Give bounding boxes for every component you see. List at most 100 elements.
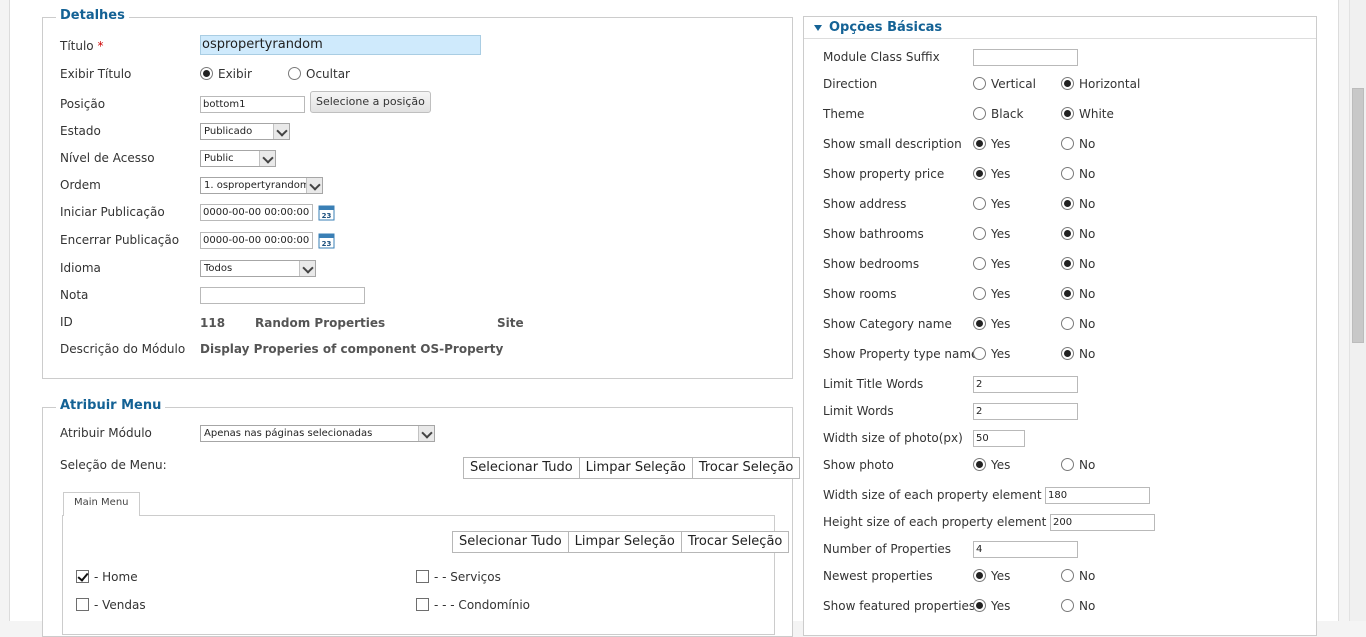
category-name-no[interactable]: No — [1061, 317, 1095, 331]
no-radio[interactable] — [1061, 197, 1074, 210]
no-radio[interactable] — [1061, 257, 1074, 270]
menu-item-home[interactable]: - Home — [76, 570, 138, 584]
property-type-yes[interactable]: Yes — [973, 347, 1010, 361]
atribuir-modulo-select[interactable]: Apenas nas páginas selecionadas — [200, 425, 435, 442]
yes-radio[interactable] — [973, 227, 986, 240]
menu-item-vendas[interactable]: - Vendas — [76, 598, 146, 612]
exibir-radio[interactable] — [200, 67, 213, 80]
trocar-selecao-button[interactable]: Trocar Seleção — [682, 532, 789, 552]
tab-main-menu[interactable]: Main Menu — [63, 492, 140, 516]
selecionar-tudo-button[interactable]: Selecionar Tudo — [453, 532, 569, 552]
bathrooms-yes[interactable]: Yes — [973, 227, 1010, 241]
small-description-no[interactable]: No — [1061, 137, 1095, 151]
show-photo-yes[interactable]: Yes — [973, 458, 1010, 472]
limpar-selecao-button[interactable]: Limpar Seleção — [569, 532, 682, 552]
yes-radio[interactable] — [973, 458, 986, 471]
yes-radio[interactable] — [973, 317, 986, 330]
vertical-scrollbar[interactable] — [1349, 0, 1366, 621]
yes-radio[interactable] — [973, 569, 986, 582]
exibir-radio-option[interactable]: Exibir — [200, 67, 252, 81]
property-price-yes[interactable]: Yes — [973, 167, 1010, 181]
home-checkbox[interactable] — [76, 570, 89, 583]
menu-item-label: - - - Condomínio — [434, 598, 531, 612]
opcoes-header[interactable]: Opções Básicas — [804, 17, 1316, 39]
selecione-posicao-button[interactable]: Selecione a posição — [310, 91, 431, 113]
no-radio[interactable] — [1061, 599, 1074, 612]
menu-item-condominio[interactable]: - - - Condomínio — [416, 598, 530, 612]
vertical-radio[interactable] — [973, 77, 986, 90]
newest-yes[interactable]: Yes — [973, 569, 1010, 583]
limit-title-words-input[interactable]: 2 — [973, 376, 1078, 393]
scrollbar-thumb[interactable] — [1352, 88, 1364, 343]
condominio-checkbox[interactable] — [416, 598, 429, 611]
featured-yes[interactable]: Yes — [973, 599, 1010, 613]
property-type-no[interactable]: No — [1061, 347, 1095, 361]
idioma-label: Idioma — [60, 261, 101, 275]
limit-words-input[interactable]: 2 — [973, 403, 1078, 420]
module-class-suffix-input[interactable] — [973, 49, 1078, 66]
direction-vertical-option[interactable]: Vertical — [973, 77, 1036, 91]
no-radio[interactable] — [1061, 137, 1074, 150]
rooms-no[interactable]: No — [1061, 287, 1095, 301]
menu-item-servicos[interactable]: - - Serviços — [416, 570, 501, 584]
exibir-label: Exibir — [218, 67, 252, 81]
yes-radio[interactable] — [973, 347, 986, 360]
address-no[interactable]: No — [1061, 197, 1095, 211]
number-properties-input[interactable]: 4 — [973, 541, 1078, 558]
width-photo-input[interactable]: 50 — [973, 430, 1025, 447]
no-radio[interactable] — [1061, 458, 1074, 471]
yes-radio[interactable] — [973, 137, 986, 150]
yes-radio[interactable] — [973, 257, 986, 270]
selecionar-tudo-button[interactable]: Selecionar Tudo — [464, 458, 580, 478]
iniciar-input[interactable]: 0000-00-00 00:00:00 — [200, 204, 313, 221]
direction-horizontal-option[interactable]: Horizontal — [1061, 77, 1140, 91]
white-radio[interactable] — [1061, 107, 1074, 120]
ordem-select[interactable]: 1. ospropertyrandom — [200, 177, 323, 194]
vendas-checkbox[interactable] — [76, 598, 89, 611]
theme-white-option[interactable]: White — [1061, 107, 1114, 121]
horizontal-radio[interactable] — [1061, 77, 1074, 90]
ocultar-radio[interactable] — [288, 67, 301, 80]
calendar-icon[interactable]: 23 — [318, 204, 335, 221]
posicao-input[interactable]: bottom1 — [200, 96, 305, 113]
newest-no[interactable]: No — [1061, 569, 1095, 583]
trocar-selecao-button[interactable]: Trocar Seleção — [693, 458, 800, 478]
rooms-yes[interactable]: Yes — [973, 287, 1010, 301]
category-name-yes[interactable]: Yes — [973, 317, 1010, 331]
yes-radio[interactable] — [973, 197, 986, 210]
titulo-input[interactable]: ospropertyrandom — [200, 35, 481, 55]
property-price-no[interactable]: No — [1061, 167, 1095, 181]
theme-black-option[interactable]: Black — [973, 107, 1023, 121]
no-radio[interactable] — [1061, 317, 1074, 330]
servicos-checkbox[interactable] — [416, 570, 429, 583]
no-label: No — [1079, 227, 1096, 241]
ordem-label: Ordem — [60, 178, 101, 192]
calendar-icon[interactable]: 23 — [318, 232, 335, 249]
no-radio[interactable] — [1061, 167, 1074, 180]
bedrooms-yes[interactable]: Yes — [973, 257, 1010, 271]
width-element-input[interactable]: 180 — [1045, 487, 1150, 504]
yes-radio[interactable] — [973, 167, 986, 180]
no-radio[interactable] — [1061, 347, 1074, 360]
address-yes[interactable]: Yes — [973, 197, 1010, 211]
height-element-input[interactable]: 200 — [1050, 514, 1155, 531]
featured-no[interactable]: No — [1061, 599, 1095, 613]
show-photo-no[interactable]: No — [1061, 458, 1095, 472]
bathrooms-no[interactable]: No — [1061, 227, 1095, 241]
yes-radio[interactable] — [973, 599, 986, 612]
no-radio[interactable] — [1061, 569, 1074, 582]
yes-radio[interactable] — [973, 287, 986, 300]
nivel-select[interactable]: Public — [200, 150, 276, 167]
limpar-selecao-button[interactable]: Limpar Seleção — [580, 458, 693, 478]
estado-select[interactable]: Publicado — [200, 123, 290, 140]
nota-input[interactable] — [200, 287, 365, 304]
idioma-select[interactable]: Todos — [200, 260, 316, 277]
no-radio[interactable] — [1061, 227, 1074, 240]
ocultar-radio-option[interactable]: Ocultar — [288, 67, 350, 81]
encerrar-input[interactable]: 0000-00-00 00:00:00 — [200, 232, 313, 249]
iniciar-label: Iniciar Publicação — [60, 205, 165, 219]
no-radio[interactable] — [1061, 287, 1074, 300]
small-description-yes[interactable]: Yes — [973, 137, 1010, 151]
bedrooms-no[interactable]: No — [1061, 257, 1095, 271]
black-radio[interactable] — [973, 107, 986, 120]
